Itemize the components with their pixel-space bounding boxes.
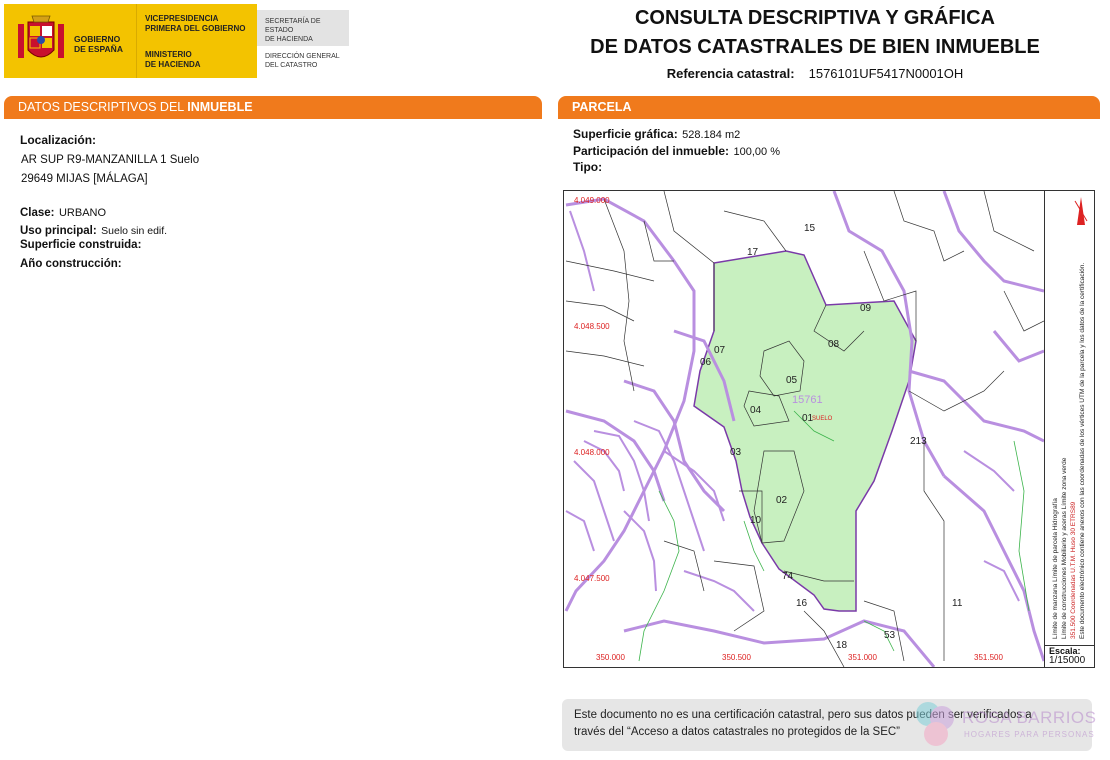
parcel-number: 04 — [750, 405, 762, 416]
parcel-number: 02 — [776, 495, 788, 506]
parcel-number: 08 — [828, 339, 840, 350]
clase-row: Clase: URBANO — [20, 203, 106, 221]
parcel-number: 10 — [750, 515, 762, 526]
superficie-grafica-label: Superficie gráfica: — [573, 127, 678, 141]
legend-text: Límite de manzana Límite de parcela Hidr… — [1052, 262, 1086, 639]
address-line2: 29649 MIJAS [MÁLAGA] — [21, 173, 148, 185]
parcela-header: PARCELA — [558, 96, 1100, 118]
parcel-number: 16 — [796, 598, 808, 609]
cadastral-map[interactable]: 4.049.000 4.048.500 4.048.000 4.047.500 … — [563, 190, 1095, 668]
parcel-number: 03 — [730, 447, 742, 458]
participacion-label: Participación del inmueble: — [573, 144, 730, 158]
parcel-number: 05 — [786, 375, 798, 386]
map-drawing: 4.049.000 4.048.500 4.048.000 4.047.500 … — [564, 191, 1044, 667]
uso-row: Uso principal: Suelo sin edif. — [20, 221, 167, 239]
coord-y-label: 4.047.500 — [574, 574, 610, 583]
tipo-label: Tipo: — [573, 160, 603, 174]
gobierno-label: GOBIERNO DE ESPAÑA — [74, 34, 123, 54]
coord-x-label: 351.000 — [848, 653, 877, 662]
address-line1: AR SUP R9-MANZANILLA 1 Suelo — [21, 154, 200, 166]
coord-x-label: 350.000 — [596, 653, 625, 662]
parcel-number: 06 — [700, 357, 712, 368]
direccion-label: DIRECCIÓN GENERAL DEL CATASTRO — [265, 53, 340, 69]
superficie-grafica-value: 528.184 m2 — [682, 129, 741, 141]
coord-y-label: 4.049.000 — [574, 196, 610, 205]
parcel-number: 11 — [952, 598, 963, 609]
gobierno-block: GOBIERNO DE ESPAÑA — [4, 4, 136, 78]
secretaria-block: SECRETARÍA DE ESTADO DE HACIENDA DIRECCI… — [257, 4, 349, 78]
watermark-name: ROSA BARRIOS — [962, 708, 1097, 727]
parcel-number: 09 — [860, 303, 872, 314]
parcel-number: 74 — [782, 571, 794, 582]
datos-descriptivos-header: DATOS DESCRIPTIVOS DEL INMUEBLE — [4, 96, 542, 118]
map-legend: Límite de manzana Límite de parcela Hidr… — [1044, 191, 1095, 645]
uso-label: Uso principal: — [20, 225, 97, 237]
page-title: CONSULTA DESCRIPTIVA Y GRÁFICA DE DATOS … — [590, 7, 1040, 58]
coord-y-label: 4.048.000 — [574, 448, 610, 457]
vicepresidencia-label: VICEPRESIDENCIA PRIMERA DEL GOBIERNO — [145, 14, 246, 33]
superficie-construida-label: Superficie construida: — [20, 239, 142, 251]
coord-y-label: 4.048.500 — [574, 322, 610, 331]
referencia-catastral: Referencia catastral: 1576101UF5417N0001O… — [560, 66, 1070, 81]
ref-value: 1576101UF5417N0001OH — [808, 66, 964, 81]
participacion-value: 100,00 % — [733, 146, 780, 158]
parcel-number: 15 — [804, 223, 816, 234]
parcel-number: 53 — [884, 630, 896, 641]
coord-x-label: 350.500 — [722, 653, 751, 662]
parcel-number: 18 — [836, 640, 848, 651]
parcel-number: 17 — [747, 247, 759, 258]
parcel-number: 07 — [714, 345, 726, 356]
suelo-label: SUELO — [812, 416, 833, 422]
clase-value: URBANO — [58, 207, 107, 219]
secretaria-label: SECRETARÍA DE ESTADO DE HACIENDA — [265, 18, 321, 43]
escala-value: 1/15000 — [1049, 655, 1086, 666]
superficie-row: Superficie gráfica: 528.184 m2 — [573, 125, 740, 143]
map-scale: Escala: 1/15000 — [1044, 645, 1094, 667]
uso-value: Suelo sin edif. — [101, 225, 168, 237]
spain-coat-of-arms-icon — [18, 15, 64, 58]
agency-watermark: ROSA BARRIOS HOGARES PARA PERSONAS — [912, 696, 1102, 752]
participacion-row: Participación del inmueble: 100,00 % — [573, 142, 780, 160]
secretaria-box: SECRETARÍA DE ESTADO DE HACIENDA — [257, 10, 349, 46]
manzana-label: 15761 — [792, 394, 823, 406]
ministerio-label: MINISTERIO DE HACIENDA — [145, 50, 201, 69]
ministerio-block: VICEPRESIDENCIA PRIMERA DEL GOBIERNO MIN… — [136, 4, 257, 78]
ref-label: Referencia catastral: — [666, 66, 795, 81]
right-divider — [558, 118, 1100, 119]
anio-construccion-label: Año construcción: — [20, 258, 122, 270]
left-divider — [4, 118, 542, 119]
clase-label: Clase: — [20, 207, 55, 219]
watermark-logo-icon — [916, 702, 954, 746]
watermark-subtitle: HOGARES PARA PERSONAS — [964, 730, 1095, 739]
coord-x-label: 351.500 — [974, 653, 1003, 662]
localizacion-label: Localización: — [20, 133, 97, 147]
parcel-number: 213 — [910, 436, 927, 447]
government-header: GOBIERNO DE ESPAÑA VICEPRESIDENCIA PRIME… — [4, 4, 350, 78]
